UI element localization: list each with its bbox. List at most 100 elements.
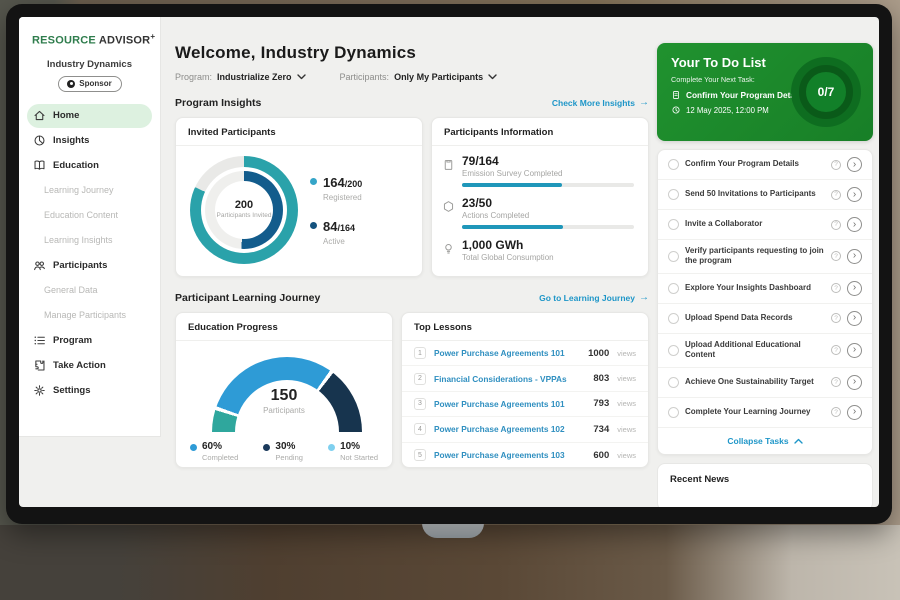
- sidebar-item-general-data[interactable]: General Data: [19, 278, 160, 303]
- lesson-link[interactable]: Power Purchase Agreements 101: [434, 399, 585, 409]
- chevron-right-icon[interactable]: ›: [847, 281, 862, 296]
- task-checkbox[interactable]: [668, 283, 679, 294]
- main-content: Welcome, Industry Dynamics Program: Indu…: [175, 17, 649, 468]
- lesson-link[interactable]: Power Purchase Agreements 102: [434, 424, 585, 434]
- sidebar-item-take-action[interactable]: Take Action: [19, 353, 160, 378]
- legend-total: /164: [337, 223, 355, 233]
- task-checkbox[interactable]: [668, 189, 679, 200]
- legend-dot: [310, 178, 317, 185]
- sidebar-item-participants[interactable]: Participants: [19, 253, 160, 278]
- sidebar-item-insights[interactable]: Insights: [19, 128, 160, 153]
- task-achieve-sustainability-target[interactable]: Achieve One Sustainability Target ? ›: [658, 368, 872, 398]
- todo-progress-count: 0/7: [818, 85, 835, 99]
- chevron-right-icon[interactable]: ›: [847, 187, 862, 202]
- legend-dot: [328, 444, 335, 451]
- stat-value: 23/50: [462, 196, 634, 210]
- lesson-link[interactable]: Power Purchase Agreements 101: [434, 348, 580, 358]
- gauge-center-value: 150: [176, 387, 392, 405]
- monitor-bezel: RESOURCE ADVISOR+ Industry Dynamics Spon…: [6, 4, 892, 524]
- task-checkbox[interactable]: [668, 159, 679, 170]
- sponsor-badge[interactable]: Sponsor: [58, 76, 122, 92]
- task-label: Verify participants requesting to join t…: [685, 246, 825, 267]
- lesson-views-suffix: views: [617, 425, 636, 434]
- task-checkbox[interactable]: [668, 345, 679, 356]
- task-send-invitations[interactable]: Send 50 Invitations to Participants ? ›: [658, 180, 872, 210]
- chevron-right-icon[interactable]: ›: [847, 311, 862, 326]
- sidebar-item-label: Insights: [53, 135, 89, 146]
- lesson-views-suffix: views: [617, 399, 636, 408]
- task-checkbox[interactable]: [668, 251, 679, 262]
- legend-label: Completed: [202, 453, 238, 462]
- stat-label: Emission Survey Completed: [462, 169, 634, 178]
- lesson-row: 4 Power Purchase Agreements 102 734 view…: [402, 417, 648, 442]
- gauge-center-label: Participants: [176, 406, 392, 415]
- task-checkbox[interactable]: [668, 219, 679, 230]
- info-icon: ?: [831, 345, 841, 355]
- invited-legend: 164/200 Registered 84/164 Active: [310, 174, 362, 246]
- check-more-insights-link[interactable]: Check More Insights →: [552, 98, 649, 108]
- lesson-views: 1000: [588, 348, 609, 359]
- card-title: Top Lessons: [402, 313, 648, 341]
- task-invite-collaborator[interactable]: Invite a Collaborator ? ›: [658, 210, 872, 240]
- sidebar-item-home[interactable]: Home: [27, 104, 152, 128]
- info-icon: ?: [831, 313, 841, 323]
- progress-bar: [462, 225, 634, 229]
- home-icon: [33, 109, 46, 122]
- task-verify-participants[interactable]: Verify participants requesting to join t…: [658, 240, 872, 274]
- chevron-right-icon[interactable]: ›: [847, 157, 862, 172]
- logo-plus: +: [150, 32, 155, 41]
- task-confirm-program-details[interactable]: Confirm Your Program Details ? ›: [658, 150, 872, 180]
- stat-actions-completed: 23/50 Actions Completed: [442, 196, 636, 229]
- action-icon: [33, 359, 46, 372]
- sidebar-item-learning-journey[interactable]: Learning Journey: [19, 178, 160, 203]
- go-to-learning-journey-link[interactable]: Go to Learning Journey →: [539, 293, 649, 303]
- task-complete-learning-journey[interactable]: Complete Your Learning Journey ? ›: [658, 398, 872, 428]
- task-upload-spend-data[interactable]: Upload Spend Data Records ? ›: [658, 304, 872, 334]
- participants-information-card: Participants Information 79/164 Emission…: [431, 117, 649, 277]
- filter-label: Participants:: [340, 72, 390, 82]
- legend-pct: 10%: [340, 441, 378, 452]
- todo-task-list: Confirm Your Program Details ? › Send 50…: [657, 149, 873, 455]
- program-insights-header: Program Insights Check More Insights →: [175, 97, 649, 109]
- sidebar-item-learning-insights[interactable]: Learning Insights: [19, 228, 160, 253]
- legend-registered: 164/200 Registered: [310, 174, 362, 202]
- task-explore-insights[interactable]: Explore Your Insights Dashboard ? ›: [658, 274, 872, 304]
- sidebar-item-settings[interactable]: Settings: [19, 378, 160, 403]
- section-title: Program Insights: [175, 97, 261, 109]
- lesson-link[interactable]: Financial Considerations - VPPAs: [434, 374, 585, 384]
- clipboard-icon: [442, 158, 455, 171]
- lesson-link[interactable]: Power Purchase Agreements 103: [434, 450, 585, 460]
- sidebar-item-label: Participants: [53, 260, 107, 271]
- todo-progress-ring: 0/7: [791, 57, 861, 127]
- program-dropdown[interactable]: Program: Industrialize Zero: [175, 72, 306, 82]
- participants-dropdown[interactable]: Participants: Only My Participants: [340, 72, 498, 82]
- collapse-tasks-link[interactable]: Collapse Tasks: [658, 428, 872, 454]
- todo-due-label: 12 May 2025, 12:00 PM: [686, 106, 769, 115]
- chevron-right-icon[interactable]: ›: [847, 405, 862, 420]
- task-label: Upload Spend Data Records: [685, 313, 825, 323]
- app-logo: RESOURCE ADVISOR+: [32, 32, 160, 47]
- arrow-right-icon: →: [639, 98, 649, 108]
- task-label: Explore Your Insights Dashboard: [685, 283, 825, 293]
- todo-column: Your To Do List Complete Your Next Task:…: [657, 17, 873, 507]
- chevron-right-icon[interactable]: ›: [847, 217, 862, 232]
- filter-value: Only My Participants: [394, 72, 483, 82]
- chevron-right-icon[interactable]: ›: [847, 249, 862, 264]
- chevron-right-icon[interactable]: ›: [847, 343, 862, 358]
- legend-dot: [190, 444, 197, 451]
- legend-label: Pending: [275, 453, 303, 462]
- sidebar-item-education-content[interactable]: Education Content: [19, 203, 160, 228]
- chevron-right-icon[interactable]: ›: [847, 375, 862, 390]
- chevron-down-icon: [297, 74, 306, 80]
- lesson-rank: 2: [414, 373, 426, 385]
- legend-total: /200: [345, 179, 363, 189]
- sidebar-item-manage-participants[interactable]: Manage Participants: [19, 303, 160, 328]
- recent-news-title: Recent News: [670, 474, 860, 485]
- task-checkbox[interactable]: [668, 377, 679, 388]
- task-upload-educational-content[interactable]: Upload Additional Educational Content ? …: [658, 334, 872, 368]
- card-title: Education Progress: [176, 313, 392, 341]
- sidebar-item-program[interactable]: Program: [19, 328, 160, 353]
- task-checkbox[interactable]: [668, 407, 679, 418]
- sidebar-item-education[interactable]: Education: [19, 153, 160, 178]
- task-checkbox[interactable]: [668, 313, 679, 324]
